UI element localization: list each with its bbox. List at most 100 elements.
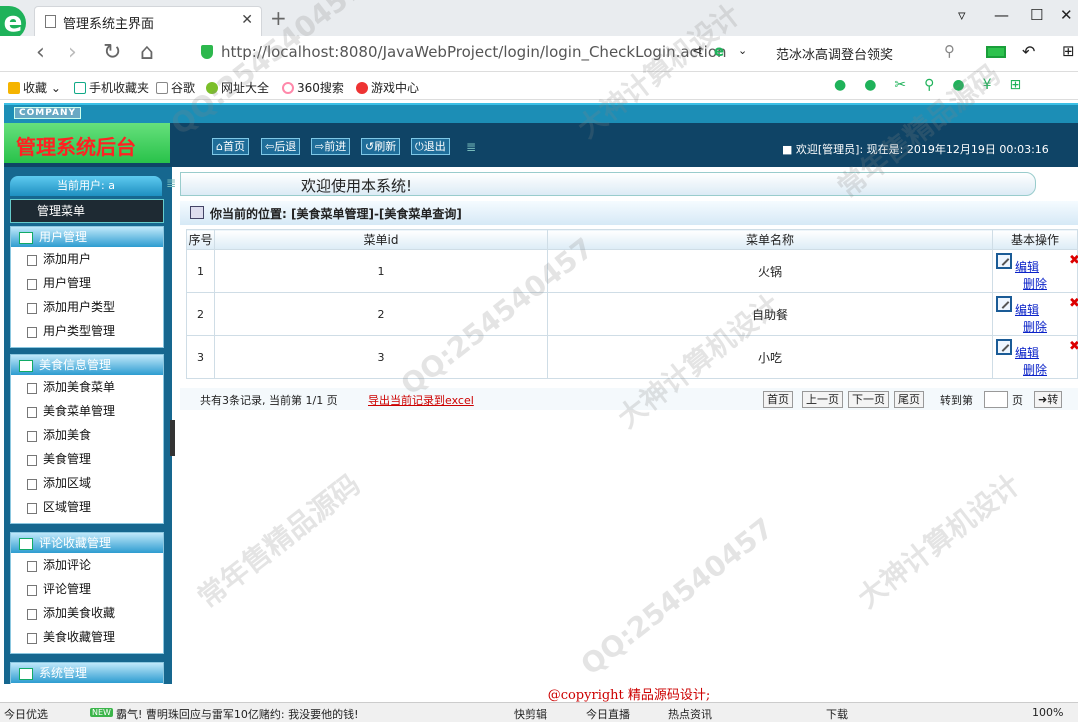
minimize-button[interactable]: — (994, 6, 1009, 24)
main-menu-header[interactable]: 管理菜单 (10, 199, 164, 223)
breadcrumb-text: 你当前的位置: [美食菜单管理]-[美食菜单查询] (210, 207, 462, 221)
shirt-icon[interactable]: ▿ (958, 6, 966, 24)
cell-menu-name: 自助餐 (547, 292, 993, 336)
welcome-status: ■ 欢迎[管理员]: 现在是: 2019年12月19日 00:03:16 (782, 143, 1049, 156)
next-page-button[interactable]: 下一页 (848, 391, 889, 408)
status-news[interactable]: 热点资讯 (668, 706, 712, 722)
cell-operations: 编辑 删除 ✖ (992, 249, 1078, 293)
ie-mode-icon[interactable]: e (714, 42, 724, 60)
delete-link[interactable]: 删除 (1023, 318, 1047, 335)
export-excel-link[interactable]: 导出当前记录到excel (368, 392, 474, 408)
maximize-button[interactable]: ☐ (1030, 6, 1043, 24)
menu-item-add-user-type[interactable]: 添加用户类型 (11, 295, 163, 319)
menu-item-user-manage[interactable]: 用户管理 (11, 271, 163, 295)
table-icon (190, 206, 204, 219)
app-top-strip (4, 103, 1078, 123)
browser-tab[interactable]: 管理系统主界面 ✕ (34, 6, 262, 36)
today-picks[interactable]: 今日优选 (4, 706, 48, 722)
last-page-button[interactable]: 尾页 (894, 391, 924, 408)
back-button[interactable]: ⇦后退 (261, 138, 301, 155)
breadcrumb: 你当前的位置: [美食菜单管理]-[美食菜单查询] (180, 201, 1078, 225)
menu-group-food: 美食信息管理 添加美食菜单 美食菜单管理 添加美食 美食管理 添加区域 区域管理 (10, 354, 164, 524)
menu-group-title[interactable]: 用户管理 (11, 227, 163, 247)
cell-menu-id: 2 (214, 292, 548, 336)
menu-item-add-food[interactable]: 添加美食 (11, 423, 163, 447)
chevron-down-icon[interactable]: ⌄ (738, 44, 747, 57)
page-number-input[interactable] (984, 391, 1008, 408)
bookmark-google[interactable]: 谷歌 (156, 79, 195, 96)
status-live[interactable]: 今日直播 (586, 706, 630, 722)
grid-icon[interactable]: ⊞ (1062, 42, 1075, 60)
menu-item-add-favorite[interactable]: 添加美食收藏 (11, 601, 163, 625)
menu-item-favorite-manage[interactable]: 美食收藏管理 (11, 625, 163, 649)
back-icon[interactable]: ‹ (36, 40, 45, 65)
menu-group-title[interactable]: 系统管理 (11, 663, 163, 683)
close-tab-icon[interactable]: ✕ (241, 12, 253, 28)
refresh-button[interactable]: ↺刷新 (361, 138, 401, 155)
column-header-menu-name: 菜单名称 (547, 229, 993, 250)
undo-icon[interactable]: ↶ (1022, 42, 1035, 61)
close-window-button[interactable]: ✕ (1060, 6, 1073, 24)
menu-lines-icon: ≣ (166, 176, 177, 190)
go-button[interactable]: ➜转 (1034, 391, 1063, 408)
status-clip[interactable]: 快剪辑 (514, 706, 547, 722)
column-header-no: 序号 (186, 229, 215, 250)
delete-icon[interactable]: ✖ (1069, 296, 1078, 311)
zoom-level[interactable]: 100% (1032, 706, 1063, 719)
delete-link[interactable]: 删除 (1023, 361, 1047, 378)
menu-item-comment-manage[interactable]: 评论管理 (11, 577, 163, 601)
menu-item-add-user[interactable]: 添加用户 (11, 247, 163, 271)
menu-item-user-type-manage[interactable]: 用户类型管理 (11, 319, 163, 343)
delete-icon[interactable]: ✖ (1069, 339, 1078, 354)
share-icon[interactable]: ⋖ (692, 44, 703, 59)
bookmark-favorites[interactable]: 收藏 ⌄ (8, 79, 61, 96)
bookmark-web-directory[interactable]: 网址大全 (206, 79, 269, 96)
menu-item-food-manage[interactable]: 美食管理 (11, 447, 163, 471)
brand-logo: 管理系统后台 (4, 123, 170, 163)
sidebar-collapse-handle[interactable] (170, 420, 175, 456)
cell-operations: 编辑 删除 ✖ (992, 292, 1078, 336)
home-icon[interactable]: ⌂ (140, 40, 154, 65)
cell-no: 2 (186, 292, 215, 336)
current-user-bar: 当前用户: a (10, 176, 162, 196)
status-download[interactable]: 下载 (826, 706, 848, 722)
reload-icon[interactable]: ↻ (103, 40, 121, 65)
forward-icon[interactable]: › (68, 40, 77, 65)
menu-group-title[interactable]: 美食信息管理 (11, 355, 163, 375)
edit-link[interactable]: 编辑 (1015, 258, 1039, 275)
news-badge: NEW (90, 708, 113, 717)
search-box[interactable]: 范冰冰高调登台领奖 (776, 44, 893, 63)
logout-button[interactable]: ⏻退出 (411, 138, 450, 155)
delete-icon[interactable]: ✖ (1069, 253, 1078, 268)
edit-icon[interactable] (996, 253, 1012, 269)
cell-menu-name: 小吃 (547, 335, 993, 379)
menu-item-add-comment[interactable]: 添加评论 (11, 553, 163, 577)
edit-icon[interactable] (996, 339, 1012, 355)
menu-group-title[interactable]: 评论收藏管理 (11, 533, 163, 553)
news-ticker[interactable]: 霸气! 曹明珠回应与雷军10亿赌约: 我没要他的钱! (116, 706, 359, 722)
delete-link[interactable]: 删除 (1023, 275, 1047, 292)
edit-link[interactable]: 编辑 (1015, 301, 1039, 318)
menu-item-food-menu-manage[interactable]: 美食菜单管理 (11, 399, 163, 423)
edit-link[interactable]: 编辑 (1015, 344, 1039, 361)
bookmark-game-center[interactable]: 游戏中心 (356, 79, 419, 96)
home-button[interactable]: ⌂首页 (212, 138, 249, 155)
forward-button[interactable]: ⇨前进 (311, 138, 351, 155)
company-badge: COMPANY (14, 107, 81, 119)
column-header-operations: 基本操作 (992, 229, 1078, 250)
edit-icon[interactable] (996, 296, 1012, 312)
menu-item-add-food-menu[interactable]: 添加美食菜单 (11, 375, 163, 399)
menu-item-area-manage[interactable]: 区域管理 (11, 495, 163, 519)
cell-menu-id: 1 (214, 249, 548, 293)
new-tab-button[interactable]: + (270, 6, 287, 30)
prev-page-button[interactable]: 上一页 (802, 391, 843, 408)
menu-item-add-area[interactable]: 添加区域 (11, 471, 163, 495)
copyright: @copyright 精品源码设计; (547, 688, 711, 703)
search-icon[interactable]: ⚲ (944, 42, 955, 60)
bookmark-360-search[interactable]: 360搜索 (282, 79, 344, 96)
battery-icon[interactable] (986, 46, 1006, 58)
toolbar-extension-icons[interactable]: ●●✂⚲●¥⊞ (834, 77, 1039, 93)
bookmark-mobile[interactable]: 手机收藏夹 (74, 79, 149, 96)
address-bar[interactable]: http://localhost:8080/JavaWebProject/log… (193, 40, 769, 66)
first-page-button[interactable]: 首页 (763, 391, 793, 408)
